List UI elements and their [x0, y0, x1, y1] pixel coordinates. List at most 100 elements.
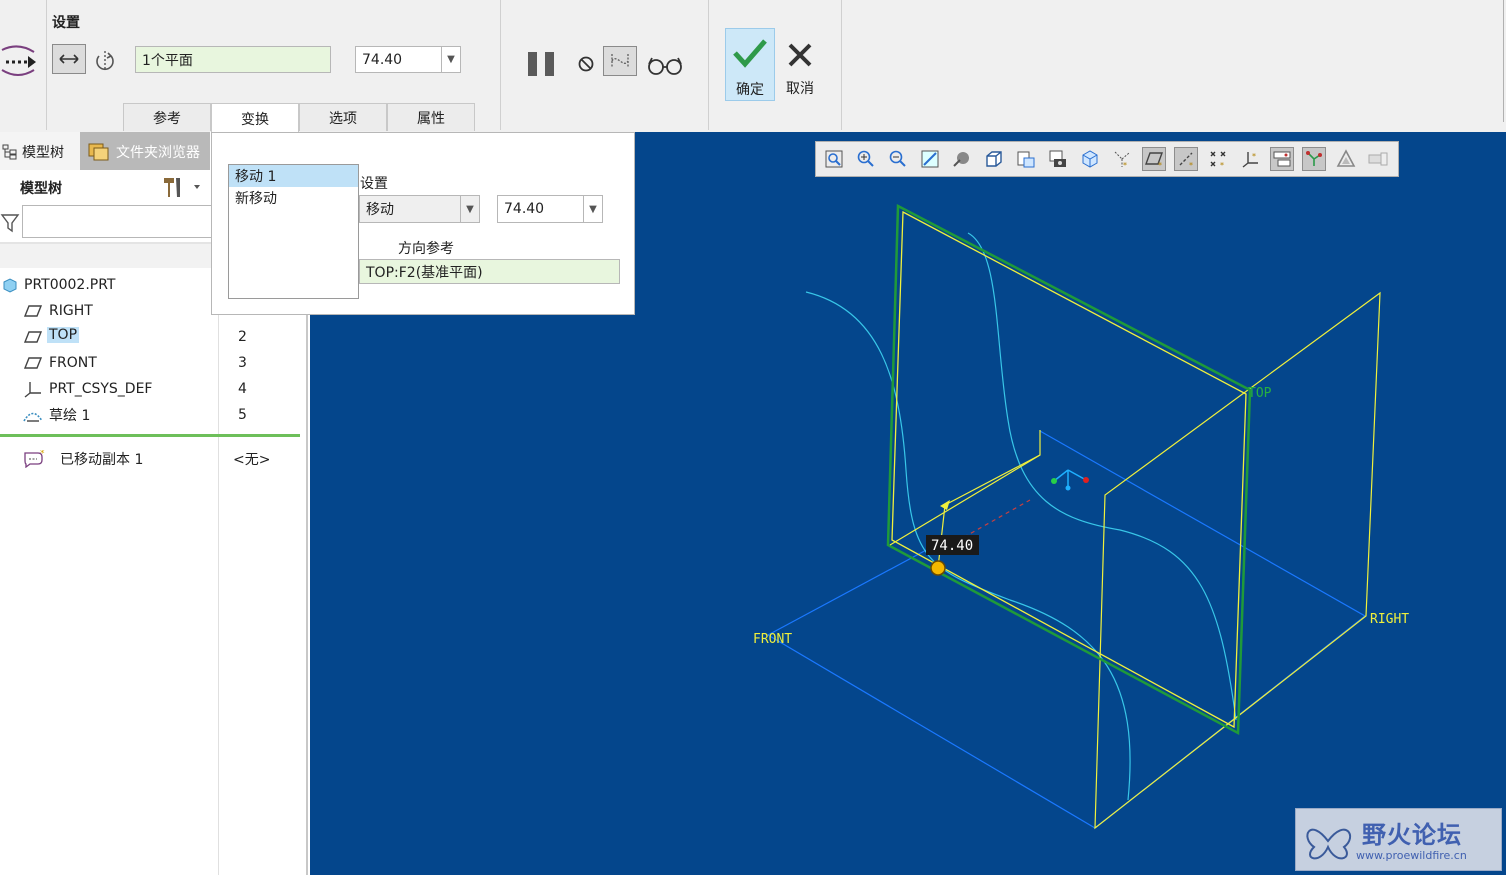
tree-item-front[interactable]: FRONT 3 — [0, 351, 300, 375]
reference-collector[interactable]: 1个平面 — [135, 46, 331, 73]
tree-item-label: 已移动副本 1 — [60, 452, 144, 468]
move-feature-icon — [0, 36, 40, 86]
refit-button[interactable] — [822, 147, 846, 171]
saved-orientations-button[interactable] — [982, 147, 1006, 171]
section-icon — [1082, 150, 1098, 168]
more-tools-button[interactable] — [1366, 147, 1390, 171]
tree-item-moved-copy[interactable]: * 已移动副本 1 <无> — [0, 447, 300, 471]
transform-type-dropdown[interactable]: 移动 ▼ — [359, 195, 480, 223]
direction-reference-value: TOP:F2(基准平面) — [366, 264, 483, 281]
tab-options[interactable]: 选项 — [299, 103, 387, 131]
rotate-button[interactable] — [90, 46, 120, 74]
datum-plane-icon — [24, 331, 42, 343]
tree-icon — [2, 144, 17, 160]
appearance-button[interactable] — [1334, 147, 1358, 171]
datum-plane-icon — [24, 357, 42, 369]
geometry-preview-button[interactable] — [603, 46, 637, 76]
tab-transformations[interactable]: 变换 — [211, 103, 299, 133]
csys-display-icon: * — [1242, 152, 1258, 168]
chevron-down-icon: ▼ — [583, 196, 602, 222]
moved-plane-edge — [886, 203, 1252, 736]
ribbon-separator — [1503, 0, 1504, 122]
tree-item-csys[interactable]: PRT_CSYS_DEF 4 — [0, 377, 300, 401]
section-button[interactable] — [1078, 147, 1102, 171]
csys-display-button[interactable]: * — [1238, 147, 1262, 171]
model-tree-header: 模型树 — [20, 181, 62, 197]
distance-dropdown[interactable]: 74.40 ▼ — [355, 46, 461, 73]
transform-distance-dropdown[interactable]: 74.40 ▼ — [497, 195, 603, 223]
ribbon-separator — [46, 0, 47, 130]
svg-text:*: * — [1158, 161, 1162, 169]
list-item-move-1[interactable]: 移动 1 — [229, 165, 358, 187]
no-preview-button[interactable] — [576, 54, 596, 74]
prohibit-icon — [578, 56, 594, 72]
part-icon — [3, 278, 17, 293]
plane-label-top: TOP — [1248, 386, 1272, 401]
pause-button[interactable] — [526, 48, 558, 80]
tree-settings-button[interactable] — [160, 174, 208, 200]
reference-collector-value: 1个平面 — [142, 52, 193, 69]
view-manager-icon — [1017, 151, 1035, 168]
tree-item-label: FRONT — [49, 355, 97, 371]
point-display-icon: * — [1210, 151, 1226, 169]
tree-item-number: 2 — [238, 329, 247, 345]
watermark-title: 野火论坛 — [1362, 821, 1462, 849]
verify-mode-button[interactable] — [646, 52, 684, 78]
triangle-icon — [1336, 149, 1356, 167]
plane-display-icon: * — [1145, 152, 1163, 169]
close-icon — [788, 43, 812, 67]
selection-filter-button[interactable] — [1302, 147, 1326, 171]
dimension-text: 74.40 — [931, 538, 973, 554]
ok-label: 确定 — [736, 82, 764, 98]
folder-icon — [88, 143, 109, 161]
camera-icon — [1049, 150, 1066, 167]
right-plane-edge — [1094, 291, 1381, 830]
tree-item-label: 草绘 1 — [49, 408, 91, 424]
ribbon-separator — [708, 0, 709, 130]
transform-settings-label: 设置 — [360, 176, 388, 192]
rotate-icon — [96, 51, 114, 71]
pause-icon — [528, 52, 554, 76]
tool-icon — [1368, 152, 1388, 166]
direction-reference-collector[interactable]: TOP:F2(基准平面) — [359, 259, 620, 284]
tree-search-input[interactable] — [22, 205, 212, 238]
plane-display-button[interactable]: * — [1142, 147, 1166, 171]
axis-display-icon: * — [1179, 152, 1193, 169]
filter-icon[interactable] — [0, 210, 20, 234]
transform-type-value: 移动 — [366, 202, 394, 218]
cancel-button[interactable]: 取消 — [778, 28, 822, 101]
display-style-button[interactable] — [950, 147, 974, 171]
tree-item-number: 4 — [238, 381, 247, 397]
tab-references[interactable]: 参考 — [123, 103, 211, 131]
annotation-display-button[interactable]: * — [1110, 147, 1134, 171]
point-display-button[interactable]: * — [1206, 147, 1230, 171]
svg-text:*: * — [1123, 161, 1127, 169]
tree-item-top[interactable]: TOP 2 — [0, 325, 300, 349]
view-manager-button[interactable] — [1014, 147, 1038, 171]
repaint-button[interactable] — [918, 147, 942, 171]
axis-display-button[interactable]: * — [1174, 147, 1198, 171]
display-style-icon — [953, 152, 969, 167]
ok-button[interactable]: 确定 — [725, 28, 775, 101]
tab-properties[interactable]: 属性 — [387, 103, 475, 131]
list-item-new-move[interactable]: 新移动 — [229, 187, 358, 209]
spin-center-button[interactable] — [1270, 147, 1294, 171]
zoom-in-button[interactable] — [854, 147, 878, 171]
translate-button[interactable] — [52, 44, 86, 74]
tab-model-tree[interactable]: 模型树 — [0, 132, 80, 170]
moved-copy-icon: * — [24, 450, 45, 468]
tree-item-sketch[interactable]: 草绘 1 5 — [0, 403, 300, 427]
refit-icon — [825, 150, 843, 168]
settings-label: 设置 — [52, 15, 80, 31]
zoom-out-button[interactable] — [886, 147, 910, 171]
tools-icon — [164, 178, 200, 197]
svg-text:*: * — [1189, 161, 1193, 169]
tab-model-tree-label: 模型树 — [22, 145, 64, 161]
drag-handle[interactable] — [930, 560, 946, 576]
tab-folder-browser-label: 文件夹浏览器 — [116, 145, 200, 161]
datum-plane-icon — [24, 305, 42, 317]
svg-text:*: * — [1252, 152, 1256, 161]
direction-reference-label: 方向参考 — [398, 241, 454, 257]
perspective-view-button[interactable] — [1046, 147, 1070, 171]
tab-folder-browser[interactable]: 文件夹浏览器 — [80, 132, 210, 170]
